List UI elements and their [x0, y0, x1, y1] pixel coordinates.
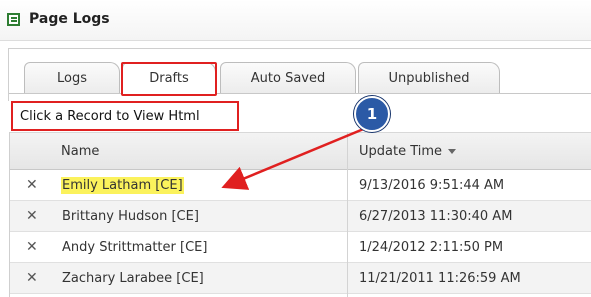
- callout-arrow: [221, 126, 367, 190]
- page-logs-window: Page Logs Logs Auto Saved Unpublished Dr…: [0, 0, 591, 297]
- callout-badge: 1: [354, 96, 390, 132]
